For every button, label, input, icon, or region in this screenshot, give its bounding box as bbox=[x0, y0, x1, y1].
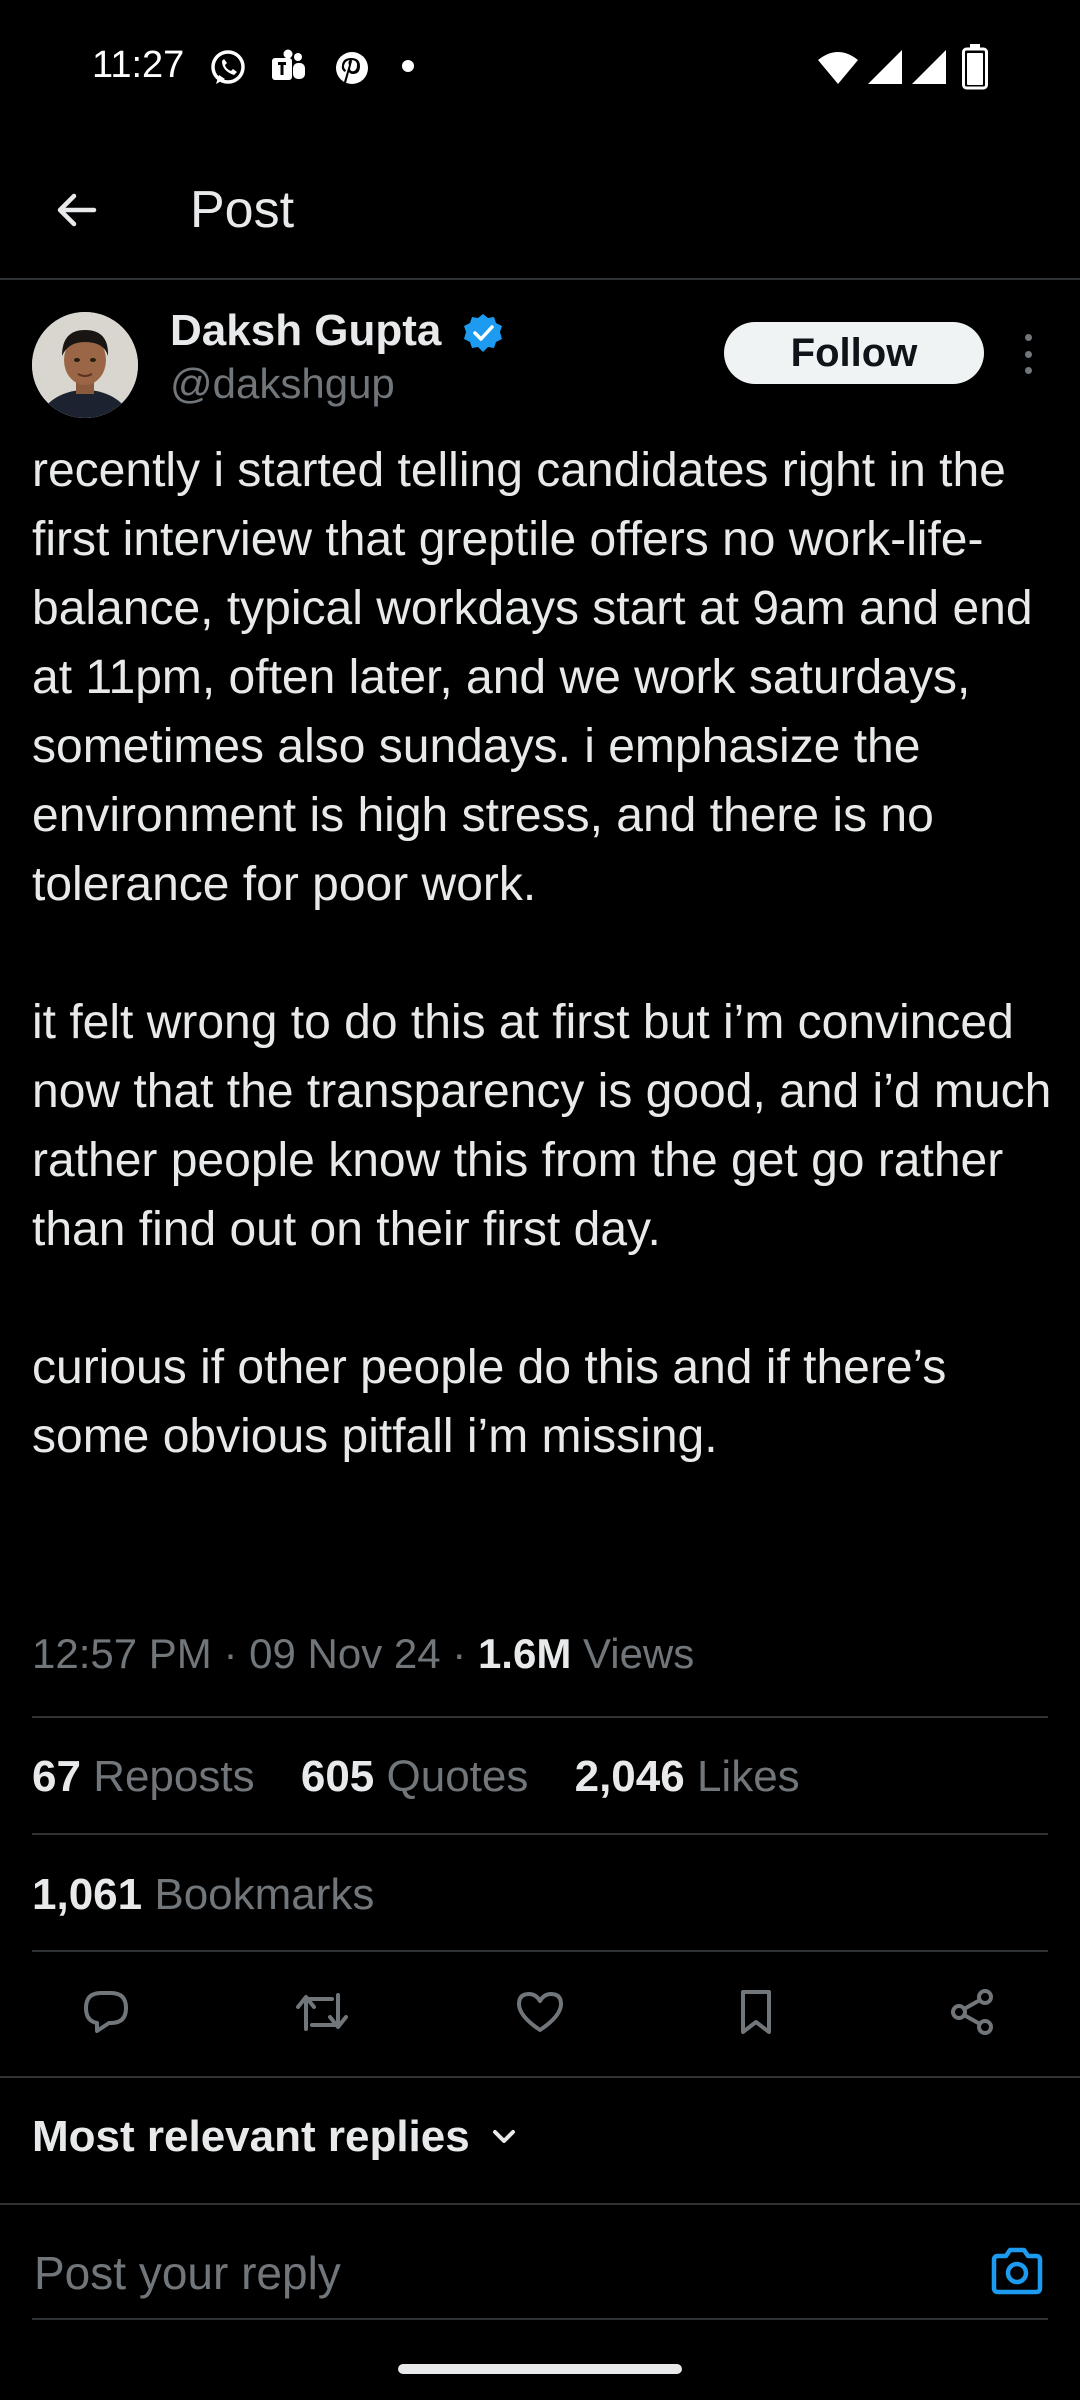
more-notifications-dot bbox=[402, 60, 414, 72]
author-handle[interactable]: @dakshgup bbox=[170, 360, 395, 408]
share-icon bbox=[951, 1989, 993, 2035]
post-meta: 12:57 PM · 09 Nov 24 · 1.6M Views bbox=[32, 1630, 694, 1678]
repost-icon bbox=[296, 1993, 348, 2031]
likes-count: 2,046 bbox=[574, 1752, 685, 1801]
back-button[interactable] bbox=[40, 174, 112, 246]
quotes-stat[interactable]: 605 Quotes bbox=[301, 1752, 529, 1802]
signal-icon bbox=[868, 50, 902, 84]
divider bbox=[32, 1716, 1048, 1718]
bookmark-icon bbox=[741, 1990, 771, 2034]
chevron-down-icon bbox=[492, 2130, 515, 2143]
home-indicator[interactable] bbox=[398, 2364, 682, 2374]
battery-icon bbox=[962, 44, 988, 90]
author-name[interactable]: Daksh Gupta bbox=[170, 306, 441, 356]
avatar[interactable] bbox=[32, 312, 138, 418]
meta-separator: · bbox=[452, 1630, 467, 1677]
repost-button[interactable] bbox=[292, 1982, 352, 2042]
post-text: recently i started telling candidates ri… bbox=[32, 444, 1052, 1463]
reposts-count: 67 bbox=[32, 1752, 81, 1801]
likes-label: Likes bbox=[696, 1752, 800, 1801]
reposts-label: Reposts bbox=[93, 1752, 255, 1801]
post-time: 12:57 PM bbox=[32, 1630, 212, 1677]
page-title: Post bbox=[190, 181, 295, 239]
engagement-stats: 67 Reposts 605 Quotes 2,046 Likes bbox=[32, 1752, 834, 1802]
quotes-count: 605 bbox=[300, 1752, 375, 1801]
verified-badge-icon bbox=[464, 314, 502, 352]
divider bbox=[0, 2203, 1080, 2205]
quotes-label: Quotes bbox=[386, 1752, 529, 1801]
header-divider bbox=[0, 278, 1080, 280]
signal-icon bbox=[912, 50, 946, 84]
share-button[interactable] bbox=[942, 1982, 1002, 2042]
reposts-stat[interactable]: 67 Reposts bbox=[32, 1752, 255, 1802]
wifi-icon bbox=[818, 52, 858, 84]
reply-icon bbox=[84, 1991, 128, 2033]
bookmark-button[interactable] bbox=[726, 1982, 786, 2042]
teams-icon bbox=[272, 49, 305, 80]
status-time: 11:27 bbox=[92, 44, 185, 86]
views-label: Views bbox=[582, 1630, 695, 1677]
views-count: 1.6M bbox=[477, 1630, 572, 1677]
bookmarks-stat[interactable]: 1,061 Bookmarks bbox=[32, 1870, 374, 1920]
bookmarks-label: Bookmarks bbox=[154, 1870, 375, 1919]
follow-button[interactable]: Follow bbox=[724, 322, 984, 384]
divider bbox=[32, 1833, 1048, 1835]
meta-separator: · bbox=[223, 1630, 238, 1677]
pinterest-icon bbox=[336, 52, 368, 84]
divider bbox=[32, 2318, 1048, 2320]
camera-icon[interactable] bbox=[988, 2244, 1046, 2298]
divider bbox=[0, 2076, 1080, 2078]
whatsapp-icon bbox=[211, 50, 245, 84]
divider bbox=[32, 1950, 1048, 1952]
avatar-image bbox=[32, 312, 138, 418]
like-icon bbox=[517, 1992, 563, 2032]
post-date: 09 Nov 24 bbox=[249, 1630, 441, 1677]
reply-button[interactable] bbox=[76, 1982, 136, 2042]
reply-input[interactable] bbox=[32, 2240, 936, 2306]
replies-sort-label: Most relevant replies bbox=[32, 2112, 470, 2161]
arrow-left-icon bbox=[57, 193, 97, 227]
likes-stat[interactable]: 2,046 Likes bbox=[575, 1752, 800, 1802]
like-button[interactable] bbox=[510, 1982, 570, 2042]
replies-sort-dropdown[interactable]: Most relevant replies bbox=[32, 2112, 520, 2162]
more-options-button[interactable] bbox=[1010, 330, 1046, 378]
more-dots-icon bbox=[1024, 334, 1032, 341]
bookmarks-count: 1,061 bbox=[32, 1870, 143, 1919]
